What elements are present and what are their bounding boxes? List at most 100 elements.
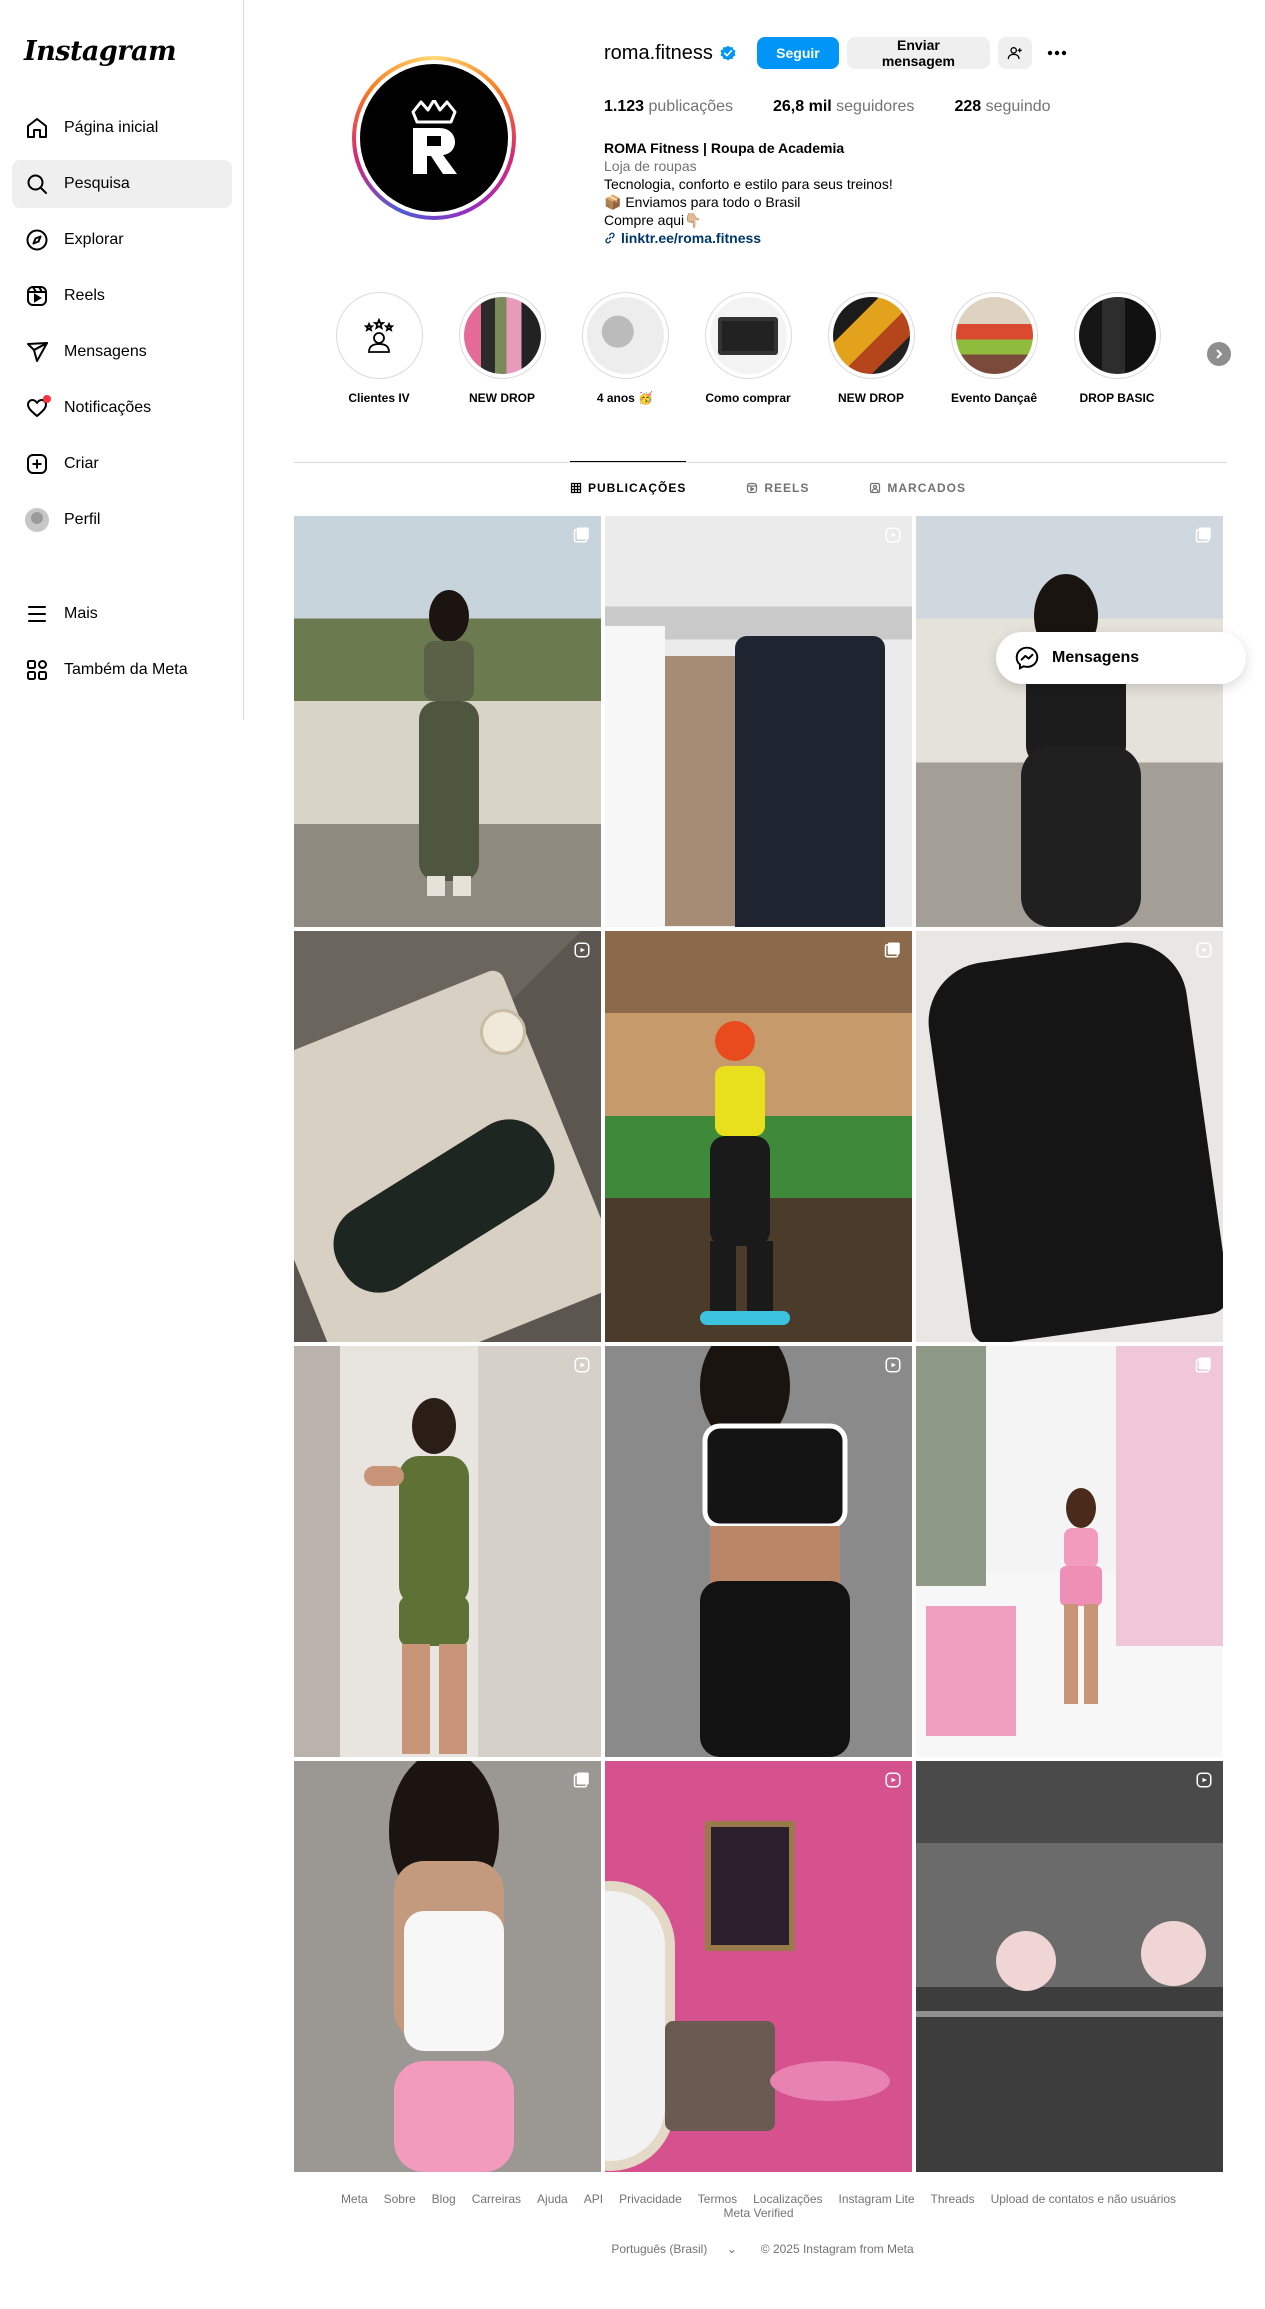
footer-link[interactable]: Meta [341,2192,368,2206]
chevron-down-icon: ⌄ [726,2242,737,2256]
profile-header-row: roma.fitness Seguir Enviar mensagem [604,36,1074,70]
footer: Meta Sobre Blog Carreiras Ajuda API Priv… [294,2192,1223,2256]
bio-line: Compre aqui👇🏼 [604,212,702,228]
footer-link[interactable]: API [584,2192,603,2206]
sidebar-item-notifications[interactable]: Notificações [12,384,232,432]
reel-icon [1196,942,1212,958]
sidebar-item-also-from-meta[interactable]: Também da Meta [12,646,232,694]
highlight-item[interactable]: Como comprar [689,292,807,405]
messages-floating-button[interactable]: Mensagens [996,632,1246,684]
sidebar-item-home[interactable]: Página inicial [12,104,232,152]
footer-link[interactable]: Meta Verified [723,2206,793,2220]
post-thumbnail[interactable] [605,931,912,1342]
highlight-item[interactable]: 4 anos 🥳 [566,292,684,405]
sidebar-item-label: Notificações [64,399,152,416]
photo-subject [700,1346,850,1757]
footer-link[interactable]: Threads [931,2192,975,2206]
sidebar-bottom: Mais Também da Meta [12,590,232,702]
messenger-icon [1015,646,1039,670]
carousel-icon [573,1772,589,1788]
profile-picture [360,64,508,212]
footer-link[interactable]: Carreiras [472,2192,521,2206]
sidebar-item-label: Página inicial [64,119,159,136]
highlights-next-button[interactable] [1207,342,1231,366]
post-thumbnail[interactable] [294,1346,601,1757]
followers-stat[interactable]: 26,8 mil seguidores [773,98,914,116]
sidebar-item-messages[interactable]: Mensagens [12,328,232,376]
profile-picture-story-ring[interactable] [352,56,516,220]
photo-subject [1060,1488,1102,1704]
following-stat[interactable]: 228 seguindo [954,98,1050,116]
follow-button[interactable]: Seguir [756,37,839,69]
carousel-icon [573,527,589,543]
story-highlights: Clientes IV NEW DROP 4 anos 🥳 Como compr… [320,292,1231,412]
post-thumbnail[interactable] [605,1761,912,2172]
post-thumbnail[interactable] [916,1761,1223,2172]
reel-icon [574,1357,590,1373]
sidebar-item-create[interactable]: Criar [12,440,232,488]
photo-subject [364,1398,469,1754]
tab-posts[interactable]: PUBLICAÇÕES [570,461,687,514]
reel-icon [885,527,901,543]
reel-icon [574,942,590,958]
post-thumbnail[interactable] [605,516,912,927]
chevron-right-icon [1216,349,1223,359]
tab-reels[interactable]: REELS [746,461,809,514]
sidebar-item-search[interactable]: Pesquisa [12,160,232,208]
footer-link[interactable]: Instagram Lite [839,2192,915,2206]
sidebar-item-explore[interactable]: Explorar [12,216,232,264]
bio-link[interactable]: linktr.ee/roma.fitness [604,229,1044,247]
sidebar-item-label: Perfil [64,511,101,528]
footer-link[interactable]: Upload de contatos e não usuários [991,2192,1176,2206]
post-thumbnail[interactable] [294,516,601,927]
sidebar-item-reels[interactable]: Reels [12,272,232,320]
posts-stat: 1.123 publicações [604,98,733,115]
sidebar-item-label: Explorar [64,231,124,248]
footer-link[interactable]: Localizações [753,2192,822,2206]
photo-subject [419,590,479,896]
sidebar-item-more[interactable]: Mais [12,590,232,638]
highlight-item[interactable]: NEW DROP [812,292,930,405]
footer-link[interactable]: Blog [432,2192,456,2206]
sidebar-item-profile[interactable]: Perfil [12,496,232,544]
footer-link[interactable]: Termos [698,2192,737,2206]
highlight-item[interactable]: DROP BASIC [1058,292,1176,405]
post-thumbnail[interactable] [605,1346,912,1757]
grid-icon [570,482,582,494]
profile-username: roma.fitness [604,41,713,64]
profile-bio: ROMA Fitness | Roupa de Academia Loja de… [604,139,1044,247]
search-icon [24,171,50,197]
footer-link[interactable]: Privacidade [619,2192,682,2206]
highlight-item[interactable]: Clientes IV [320,292,438,405]
sidebar: Instagram Página inicial Pesquisa Explor… [0,0,244,720]
link-icon [605,232,615,244]
post-thumbnail[interactable] [294,931,601,1342]
sidebar-item-label: Mais [64,605,98,622]
highlight-item[interactable]: Evento Dançaê [935,292,1053,405]
footer-link[interactable]: Ajuda [537,2192,568,2206]
post-thumbnail[interactable] [916,931,1223,1342]
menu-icon [24,601,50,627]
post-thumbnail[interactable] [294,1761,601,2172]
notification-dot [43,395,51,403]
verified-badge-icon [719,44,737,62]
more-options-button[interactable] [1040,37,1074,69]
suggested-users-button[interactable] [997,37,1032,69]
post-thumbnail[interactable] [916,516,1223,927]
compass-icon [24,227,50,253]
post-thumbnail[interactable] [916,1346,1223,1757]
bio-line: Tecnologia, conforto e estilo para seus … [604,176,893,192]
profile-full-name: ROMA Fitness | Roupa de Academia [604,140,845,156]
reel-icon [885,1357,901,1373]
tab-tagged[interactable]: MARCADOS [869,461,966,514]
language-selector[interactable]: Português (Brasil) ⌄ [603,2242,744,2256]
messages-label: Mensagens [1052,649,1140,666]
footer-link[interactable]: Sobre [384,2192,416,2206]
bio-line: 📦 Enviamos para todo o Brasil [604,194,801,210]
posts-grid [294,516,1223,2172]
instagram-logo[interactable]: Instagram [24,36,177,67]
highlight-item[interactable]: NEW DROP [443,292,561,405]
heart-icon [24,395,51,421]
send-message-button[interactable]: Enviar mensagem [846,37,990,69]
sidebar-item-label: Pesquisa [64,175,130,192]
